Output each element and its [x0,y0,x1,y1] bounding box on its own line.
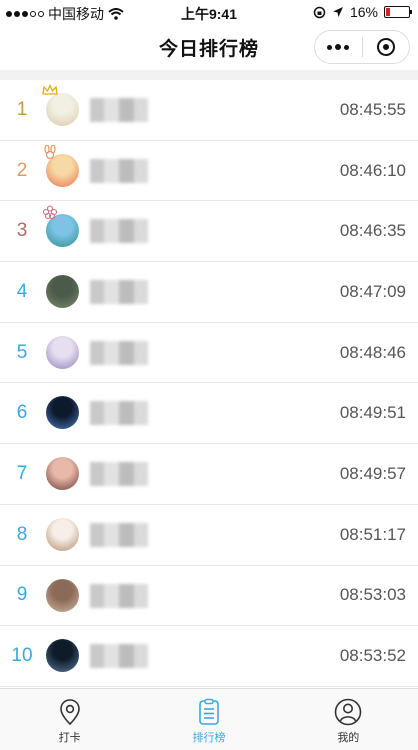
avatar [46,517,79,551]
blurred-username [90,583,148,608]
target-circle-icon [376,38,395,56]
ranking-row[interactable]: 1 08:45:55 [0,80,418,141]
checkin-time: 08:53:52 [339,646,406,666]
more-dot-icon [327,44,333,50]
avatar [46,639,79,673]
ranking-row[interactable]: 4 08:47:09 [0,262,418,323]
blurred-username [90,219,148,244]
tab-label: 排行榜 [192,732,226,744]
location-pin-icon [59,699,80,726]
rank-number: 3 [16,220,28,242]
blurred-username [90,462,148,487]
rank-number: 1 [16,98,28,120]
rank-number: 10 [11,645,33,667]
mini-program-capsule [314,30,410,64]
avatar [46,335,79,369]
close-button[interactable] [363,38,410,56]
status-bar: 中国移动 上午9:41 16% [0,0,418,24]
checkin-time: 08:46:35 [339,221,406,241]
more-dot-icon [344,44,350,50]
more-dot-icon [335,44,342,50]
blurred-username [90,280,148,305]
tab-bar: 打卡 排行榜 我的 [0,688,418,750]
rank-number: 4 [16,280,28,302]
avatar [46,396,79,430]
avatar [46,578,79,612]
checkin-time: 08:48:46 [339,342,406,362]
checkin-time: 08:53:03 [339,585,406,605]
avatar [46,275,79,309]
tab-label: 我的 [337,732,360,744]
rank-number: 5 [16,341,28,363]
rank-number: 6 [16,402,28,424]
user-icon [335,698,362,726]
location-arrow-icon [332,7,343,17]
checkin-time: 08:51:17 [339,524,406,544]
navigation-bar: 今日排行榜 [0,24,418,70]
tab-checkin[interactable]: 打卡 [0,689,139,750]
rotation-lock-icon [313,6,326,18]
list-icon [199,698,219,725]
checkin-time: 08:45:55 [339,99,406,119]
crown-icon [42,83,58,98]
blurred-username [90,401,148,426]
blurred-username [90,340,148,365]
battery-level [386,8,390,16]
ranking-row[interactable]: 8 08:51:17 [0,504,418,566]
ranking-row[interactable]: 10 08:53:52 [0,626,418,687]
ranking-row[interactable]: 6 08:49:51 [0,383,418,445]
status-right-group: 16% [313,4,412,20]
flower-icon [42,205,58,221]
battery-percent: 16% [349,4,378,20]
page-title: 今日排行榜 [158,38,259,60]
ranking-row[interactable]: 5 08:48:46 [0,322,418,384]
more-button[interactable] [315,44,362,50]
section-divider [0,70,418,80]
checkin-time: 08:49:51 [339,403,406,423]
blurred-username [90,522,148,547]
checkin-time: 08:47:09 [339,281,406,301]
tab-mine[interactable]: 我的 [279,689,418,750]
bunny-icon [42,144,58,161]
rank-number: 7 [16,462,28,484]
checkin-time: 08:49:57 [339,463,406,483]
checkin-time: 08:46:10 [339,160,406,180]
blurred-username [90,644,148,669]
battery-icon [384,6,412,18]
ranking-row[interactable]: 2 08:46:10 [0,140,418,202]
tab-label: 打卡 [58,732,81,744]
ranking-list: 1 08:45:55 2 08:46:10 3 08:46:35 4 08:47:09 5 08:… [0,80,418,687]
ranking-row[interactable]: 7 08:49:57 [0,444,418,505]
blurred-username [90,158,148,183]
tab-ranking[interactable]: 排行榜 [139,689,278,750]
rank-number: 8 [16,523,28,545]
ranking-row[interactable]: 3 08:46:35 [0,201,418,263]
ranking-row[interactable]: 9 08:53:03 [0,565,418,627]
rank-number: 9 [16,584,28,606]
blurred-username [90,98,148,122]
rank-number: 2 [16,159,28,181]
avatar [46,457,79,491]
